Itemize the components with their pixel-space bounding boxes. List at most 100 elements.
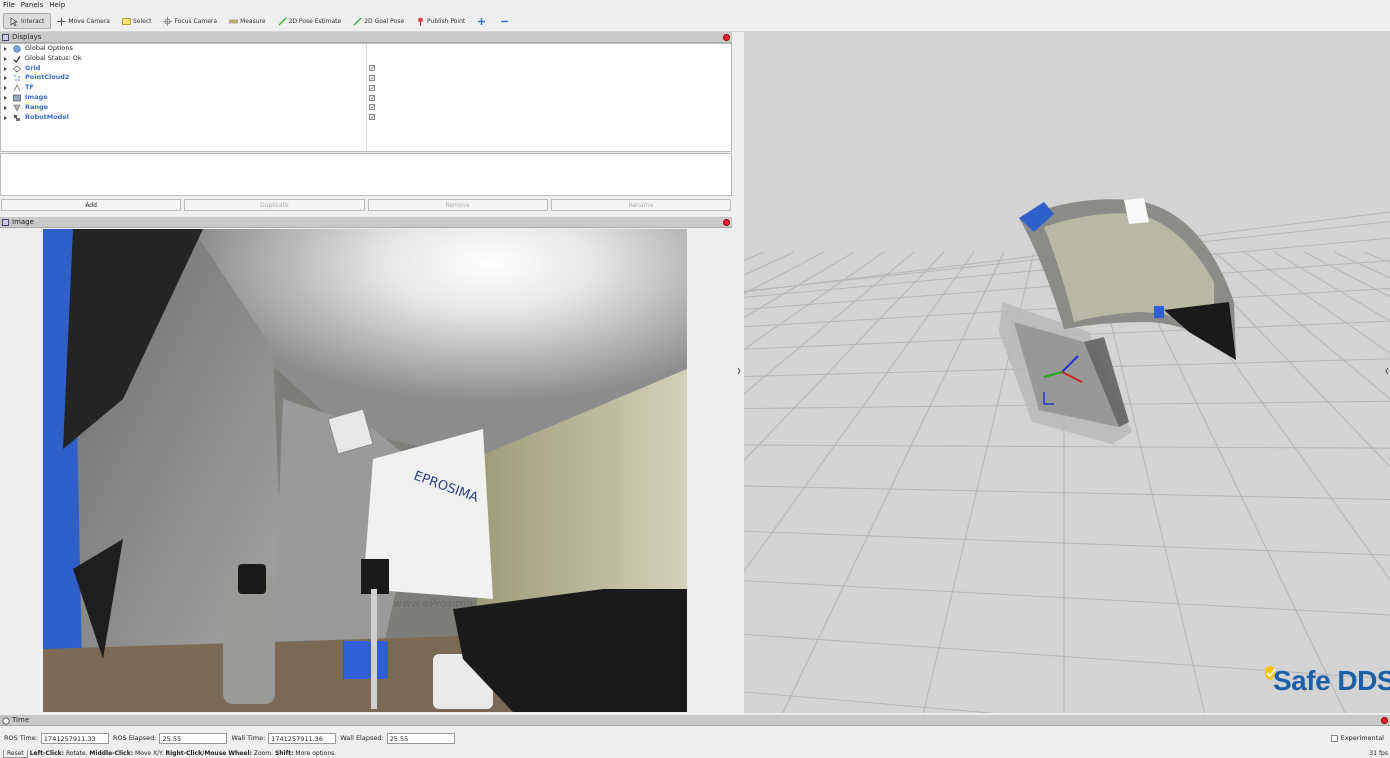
display-enable-checkbox[interactable]: ✓ <box>369 84 375 91</box>
tool-measure[interactable]: Measure <box>223 13 272 29</box>
remove-button[interactable]: Remove <box>367 199 548 211</box>
display-enable-checkbox[interactable]: ✓ <box>369 94 375 101</box>
tool-interact-label: Interact <box>21 17 45 25</box>
hint-right-val: Zoom. <box>253 750 274 757</box>
time-panel: ROS Time: 1741257911.33 ROS Elapsed: 25.… <box>0 728 1390 748</box>
display-enable-checkbox[interactable]: ✓ <box>369 74 375 81</box>
tool-interact[interactable]: Interact <box>3 13 52 29</box>
display-item-global-options[interactable]: Global Options <box>1 44 366 54</box>
display-enable-checkbox[interactable]: ✓ <box>369 65 375 72</box>
hint-middle-val: Move X/Y. <box>135 750 164 757</box>
expand-arrow-icon[interactable] <box>4 115 7 120</box>
expand-arrow-icon[interactable] <box>4 95 7 100</box>
expand-arrow-icon[interactable] <box>4 56 7 61</box>
expand-arrow-icon[interactable] <box>4 105 7 110</box>
time-panel-title: Time <box>12 716 30 724</box>
experimental-checkbox[interactable] <box>1330 734 1338 742</box>
hint-shift-key: Shift: <box>274 750 294 757</box>
reset-button[interactable]: Reset <box>3 750 28 758</box>
hint-left-val: Rotate. <box>65 750 88 757</box>
clock-icon <box>2 717 10 725</box>
status-bar: Reset Left-Click: Rotate. Middle-Click: … <box>0 750 1390 758</box>
right-collapse-arrow-icon[interactable] <box>1384 366 1390 376</box>
minus-icon <box>500 17 509 26</box>
image-panel: EPROSIMA www.eProsima <box>0 229 732 713</box>
globe-icon <box>13 45 21 53</box>
menu-bar: File Panels Help <box>0 0 1390 11</box>
move-icon <box>57 17 66 26</box>
tool-select-label: Select <box>132 17 152 25</box>
display-item-pointcloud2[interactable]: PointCloud2 <box>1 73 366 83</box>
tool-2d-goal-pose[interactable]: 2D Goal Pose <box>347 13 410 29</box>
tool-publish-point-label: Publish Point <box>427 17 466 25</box>
hint-right-key: Right-Click/Mouse Wheel: <box>165 750 252 757</box>
tool-focus-camera-label: Focus Camera <box>174 17 218 25</box>
wall-time-field[interactable]: 1741257911.36 <box>268 732 337 744</box>
select-box-icon <box>122 17 131 26</box>
close-icon[interactable] <box>723 34 730 41</box>
cursor-icon <box>10 16 19 27</box>
check-icon <box>13 55 21 63</box>
image-icon <box>13 94 21 102</box>
ros-elapsed-field[interactable]: 25.55 <box>159 732 228 744</box>
display-item-label: Range <box>25 102 49 111</box>
display-item-robotmodel[interactable]: RobotModel <box>1 113 366 123</box>
displays-button-row: Add Duplicate Remove Rename <box>0 199 732 212</box>
wall-elapsed-field[interactable]: 25.55 <box>386 732 455 744</box>
add-button[interactable]: Add <box>1 199 182 211</box>
toolbar: Interact Move Camera Select Focus Camera… <box>0 11 1390 32</box>
tool-focus-camera[interactable]: Focus Camera <box>157 13 223 29</box>
displays-panel-header: Displays <box>0 32 732 43</box>
display-enable-checkbox[interactable]: ✓ <box>369 104 375 111</box>
crosshair-icon <box>163 16 173 26</box>
hint-middle-key: Middle-Click: <box>89 750 134 757</box>
menu-help[interactable]: Help <box>46 0 68 11</box>
display-item-global-status-ok[interactable]: Global Status: Ok <box>1 54 366 64</box>
rename-button[interactable]: Rename <box>550 199 731 211</box>
ros-time-label: ROS Time: <box>4 734 38 742</box>
display-enable-checkbox[interactable]: ✓ <box>369 114 375 121</box>
experimental-label: Experimental <box>1340 734 1384 742</box>
3d-render-view[interactable]: Safe DDS <box>744 32 1390 713</box>
panel-splitter[interactable] <box>734 32 744 713</box>
time-panel-header: Time <box>0 715 1390 726</box>
expand-arrow-icon[interactable] <box>4 76 7 81</box>
add-tool-button[interactable] <box>471 13 494 29</box>
expand-arrow-icon[interactable] <box>4 86 7 91</box>
displays-tree-list: Global Options Global Status: Ok Grid Point… <box>1 44 367 151</box>
display-item-range[interactable]: Range <box>1 103 366 113</box>
display-item-label: Grid <box>25 63 41 72</box>
menu-file[interactable]: File <box>0 0 18 11</box>
hint-left-key: Left-Click: <box>29 750 65 757</box>
display-item-label: PointCloud2 <box>25 73 70 82</box>
expand-arrow-icon[interactable] <box>4 47 7 51</box>
safe-dds-logo: Safe DDS <box>1263 664 1390 698</box>
fps-counter: 31 fps <box>1369 750 1388 757</box>
menu-panels[interactable]: Panels <box>18 0 47 11</box>
tool-2d-goal-pose-label: 2D Goal Pose <box>364 17 405 25</box>
tool-select[interactable]: Select <box>116 13 158 29</box>
tool-publish-point[interactable]: Publish Point <box>410 13 471 29</box>
tool-move-camera[interactable]: Move Camera <box>51 13 116 29</box>
image-panel-header: Image <box>0 217 732 228</box>
ros-time-field[interactable]: 1741257911.33 <box>40 732 109 744</box>
display-item-label: TF <box>25 83 34 92</box>
green-arrow-icon <box>353 17 362 26</box>
ros-elapsed-label: ROS Elapsed: <box>112 734 157 742</box>
display-item-label: Global Options <box>25 44 73 52</box>
expand-arrow-icon[interactable] <box>4 66 7 71</box>
close-icon[interactable] <box>1381 717 1388 724</box>
display-item-grid[interactable]: Grid <box>1 64 366 74</box>
remove-tool-button[interactable] <box>494 13 517 29</box>
close-icon[interactable] <box>723 219 730 226</box>
range-icon <box>13 104 21 112</box>
tool-2d-pose-estimate-label: 2D Pose Estimate <box>288 17 342 25</box>
camera-image: EPROSIMA www.eProsima <box>43 229 687 712</box>
duplicate-button[interactable]: Duplicate <box>184 199 365 211</box>
tool-move-camera-label: Move Camera <box>68 17 110 25</box>
tool-2d-pose-estimate[interactable]: 2D Pose Estimate <box>272 13 348 29</box>
display-item-tf[interactable]: TF <box>1 83 366 93</box>
display-item-image[interactable]: Image <box>1 93 366 103</box>
plus-icon <box>477 17 486 26</box>
tf-icon <box>13 84 21 92</box>
